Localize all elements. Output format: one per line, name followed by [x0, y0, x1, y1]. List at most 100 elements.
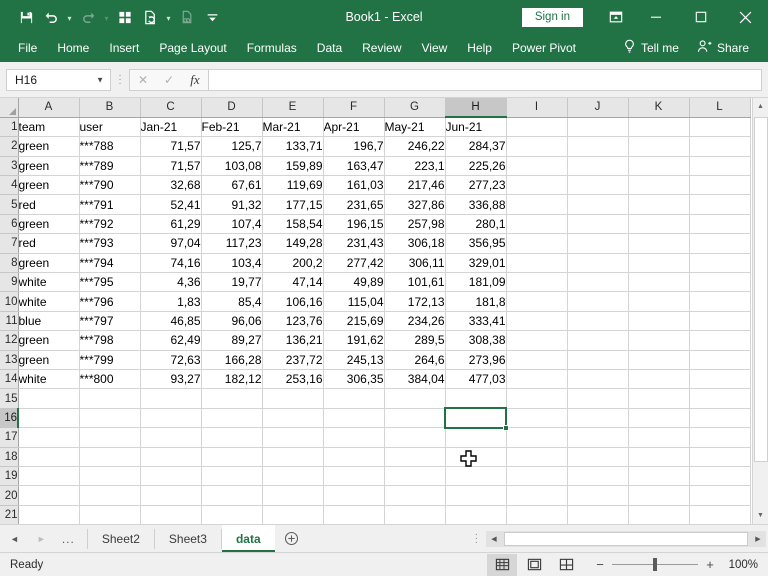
cell-F21[interactable]	[323, 505, 385, 524]
cell-F10[interactable]: 115,04	[323, 291, 385, 312]
cell-E4[interactable]: 119,69	[262, 175, 324, 196]
sign-in-button[interactable]: Sign in	[521, 7, 583, 27]
cell-B7[interactable]: ***793	[79, 233, 141, 254]
cell-H20[interactable]	[445, 485, 507, 506]
vertical-scrollbar[interactable]: ▲ ▼	[752, 98, 768, 524]
cell-H10[interactable]: 181,8	[445, 291, 507, 312]
cell-I19[interactable]	[506, 466, 568, 487]
cell-E6[interactable]: 158,54	[262, 214, 324, 235]
cell-K14[interactable]	[628, 369, 690, 390]
cell-I14[interactable]	[506, 369, 568, 390]
cell-J14[interactable]	[567, 369, 629, 390]
cell-G8[interactable]: 306,11	[384, 253, 446, 274]
cell-D12[interactable]: 89,27	[201, 330, 263, 351]
cell-E17[interactable]	[262, 427, 324, 448]
cell-F7[interactable]: 231,43	[323, 233, 385, 254]
cell-H3[interactable]: 225,26	[445, 156, 507, 177]
row-header-6[interactable]: 6	[0, 214, 19, 235]
cell-C21[interactable]	[140, 505, 202, 524]
cell-B11[interactable]: ***797	[79, 311, 141, 332]
cell-I18[interactable]	[506, 447, 568, 467]
cell-G4[interactable]: 217,46	[384, 175, 446, 196]
vertical-scroll-thumb[interactable]	[753, 117, 768, 462]
cell-I20[interactable]	[506, 485, 568, 506]
cell-D17[interactable]	[201, 427, 263, 448]
cell-A4[interactable]: green	[18, 175, 80, 196]
cell-L14[interactable]	[689, 369, 751, 390]
cell-E2[interactable]: 133,71	[262, 136, 324, 157]
cell-B14[interactable]: ***800	[79, 369, 141, 390]
row-header-15[interactable]: 15	[0, 388, 19, 409]
cell-J17[interactable]	[567, 427, 629, 448]
cell-A18[interactable]	[18, 447, 80, 467]
cell-A12[interactable]: green	[18, 330, 80, 351]
row-header-21[interactable]: 21	[0, 505, 19, 524]
cell-H1[interactable]: Jun-21	[445, 117, 507, 138]
cell-F14[interactable]: 306,35	[323, 369, 385, 390]
cell-G20[interactable]	[384, 485, 446, 506]
vertical-scroll-track[interactable]	[753, 115, 768, 507]
row-header-7[interactable]: 7	[0, 233, 19, 254]
cell-E21[interactable]	[262, 505, 324, 524]
cell-C14[interactable]: 93,27	[140, 369, 202, 390]
cell-G12[interactable]: 289,5	[384, 330, 446, 351]
cell-B2[interactable]: ***788	[79, 136, 141, 157]
cell-I15[interactable]	[506, 388, 568, 409]
cell-C1[interactable]: Jan-21	[140, 117, 202, 138]
horizontal-scroll-thumb[interactable]	[504, 531, 748, 546]
cell-L18[interactable]	[689, 447, 751, 467]
cell-B4[interactable]: ***790	[79, 175, 141, 196]
cell-B6[interactable]: ***792	[79, 214, 141, 235]
name-box-dropdown-icon[interactable]: ▼	[96, 75, 104, 84]
cell-C9[interactable]: 4,36	[140, 272, 202, 293]
cell-G11[interactable]: 234,26	[384, 311, 446, 332]
row-header-18[interactable]: 18	[0, 447, 19, 467]
cell-F16[interactable]	[323, 408, 385, 429]
cell-L6[interactable]	[689, 214, 751, 235]
cell-K1[interactable]	[628, 117, 690, 138]
cell-A11[interactable]: blue	[18, 311, 80, 332]
cell-H2[interactable]: 284,37	[445, 136, 507, 157]
minimize-button[interactable]	[633, 0, 678, 34]
page-layout-view-button[interactable]	[519, 554, 549, 576]
cell-D20[interactable]	[201, 485, 263, 506]
cell-J19[interactable]	[567, 466, 629, 487]
column-header-h[interactable]: H	[445, 98, 507, 119]
scroll-down-icon[interactable]: ▼	[752, 507, 768, 524]
cell-G15[interactable]	[384, 388, 446, 409]
normal-view-button[interactable]	[487, 553, 517, 576]
cell-K19[interactable]	[628, 466, 690, 487]
cell-K3[interactable]	[628, 156, 690, 177]
cell-B1[interactable]: user	[79, 117, 141, 138]
cell-F2[interactable]: 196,7	[323, 136, 385, 157]
scroll-right-icon[interactable]: ▶	[750, 530, 766, 547]
cell-H18[interactable]	[445, 447, 507, 467]
cell-E19[interactable]	[262, 466, 324, 487]
cell-H12[interactable]: 308,38	[445, 330, 507, 351]
row-header-13[interactable]: 13	[0, 350, 19, 370]
cell-L9[interactable]	[689, 272, 751, 293]
cell-D1[interactable]: Feb-21	[201, 117, 263, 138]
first-sheet-icon[interactable]: ◄	[10, 534, 19, 544]
cell-A15[interactable]	[18, 388, 80, 409]
column-header-c[interactable]: C	[140, 98, 202, 118]
cell-E13[interactable]: 237,72	[262, 350, 324, 370]
cell-A10[interactable]: white	[18, 291, 80, 312]
cell-I3[interactable]	[506, 156, 568, 177]
cell-A1[interactable]: team	[18, 117, 80, 138]
ribbon-tab-review[interactable]: Review	[352, 34, 411, 62]
cell-G3[interactable]: 223,1	[384, 156, 446, 177]
refresh-dropdown-icon[interactable]: ▾	[163, 4, 174, 30]
cell-G9[interactable]: 101,61	[384, 272, 446, 293]
zoom-level-label[interactable]: 100%	[722, 559, 758, 571]
row-header-12[interactable]: 12	[0, 330, 19, 351]
cell-G13[interactable]: 264,6	[384, 350, 446, 370]
cell-J15[interactable]	[567, 388, 629, 409]
formula-bar-grip[interactable]: · · ·	[111, 70, 129, 88]
cell-I2[interactable]	[506, 136, 568, 157]
cell-A19[interactable]	[18, 466, 80, 487]
cell-G7[interactable]: 306,18	[384, 233, 446, 254]
column-header-f[interactable]: F	[323, 98, 385, 118]
cell-B9[interactable]: ***795	[79, 272, 141, 293]
cell-K9[interactable]	[628, 272, 690, 293]
